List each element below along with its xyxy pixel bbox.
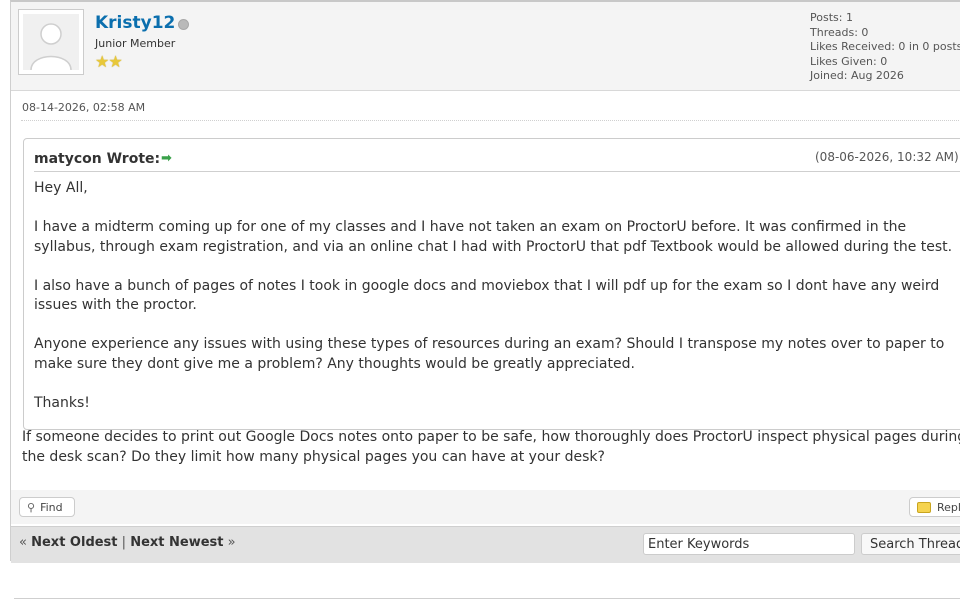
quote-body: Hey All, I have a midterm coming up for … xyxy=(34,179,960,433)
magnifier-icon: ⚲ xyxy=(27,500,36,514)
author-username[interactable]: Kristy12 xyxy=(95,13,175,33)
quote-paragraph: Thanks! xyxy=(34,394,90,411)
author-usertitle: Junior Member xyxy=(95,37,176,50)
quote-paragraph: Anyone experience any issues with using … xyxy=(34,336,945,372)
author-stats: Posts: 1 Threads: 0 Likes Received: 0 in… xyxy=(810,11,960,84)
post-reply-text: If someone decides to print out Google D… xyxy=(22,429,960,465)
thread-nav-links: « Next Oldest | Next Newest » xyxy=(19,535,236,550)
quote-header: matycon Wrote: ➡ (08-06-2026, 10:32 AM) xyxy=(34,147,960,172)
speech-bubble-icon xyxy=(917,501,931,513)
next-arrow-icon: » xyxy=(227,535,236,550)
quote-block: matycon Wrote: ➡ (08-06-2026, 10:32 AM) … xyxy=(23,138,960,430)
avatar[interactable] xyxy=(18,9,84,75)
find-button[interactable]: ⚲ Find xyxy=(19,497,75,517)
nav-separator: | xyxy=(121,535,127,550)
quote-paragraph: I have a midterm coming up for one of my… xyxy=(34,219,953,255)
post-meta: 08-14-2026, 02:58 AM # xyxy=(21,98,960,121)
stat-threads: Threads: 0 xyxy=(810,25,869,39)
search-thread-button[interactable]: Search Thread xyxy=(861,533,960,555)
search-thread-input[interactable] xyxy=(643,533,855,555)
reply-button[interactable]: Reply xyxy=(909,497,960,517)
thread-nav-bar: « Next Oldest | Next Newest » Search Thr… xyxy=(11,526,960,563)
post-container: Kristy12 Junior Member ★★ Posts: 1 Threa… xyxy=(10,0,960,563)
reply-button-label: Reply xyxy=(937,500,960,514)
post-buttons: ⚲ Find Reply xyxy=(11,490,960,524)
offline-status-icon xyxy=(178,19,189,30)
stat-joined: Joined: Aug 2026 xyxy=(810,69,904,82)
default-avatar-icon xyxy=(23,14,79,70)
quote-paragraph: Hey All, xyxy=(34,180,88,196)
quote-link-arrow-icon[interactable]: ➡ xyxy=(161,151,172,166)
prev-arrow-icon: « xyxy=(19,535,27,550)
next-newest-link[interactable]: Next Newest xyxy=(130,535,223,550)
stat-likes-given: Likes Given: 0 xyxy=(810,54,888,68)
quote-date: (08-06-2026, 10:32 AM) xyxy=(815,150,959,164)
post-author-bar: Kristy12 Junior Member ★★ Posts: 1 Threa… xyxy=(11,2,960,91)
find-button-label: Find xyxy=(40,500,63,514)
quote-paragraph: I also have a bunch of pages of notes I … xyxy=(34,277,940,314)
stat-posts: Posts: 1 xyxy=(810,11,853,24)
post-date: 08-14-2026, 02:58 AM xyxy=(22,101,146,114)
stat-likes-received: Likes Received: 0 in 0 posts xyxy=(810,40,960,53)
rank-stars-icon: ★★ xyxy=(95,52,123,71)
page-divider xyxy=(14,598,960,599)
next-oldest-link[interactable]: Next Oldest xyxy=(31,535,117,550)
quote-author: matycon Wrote: xyxy=(34,151,161,167)
